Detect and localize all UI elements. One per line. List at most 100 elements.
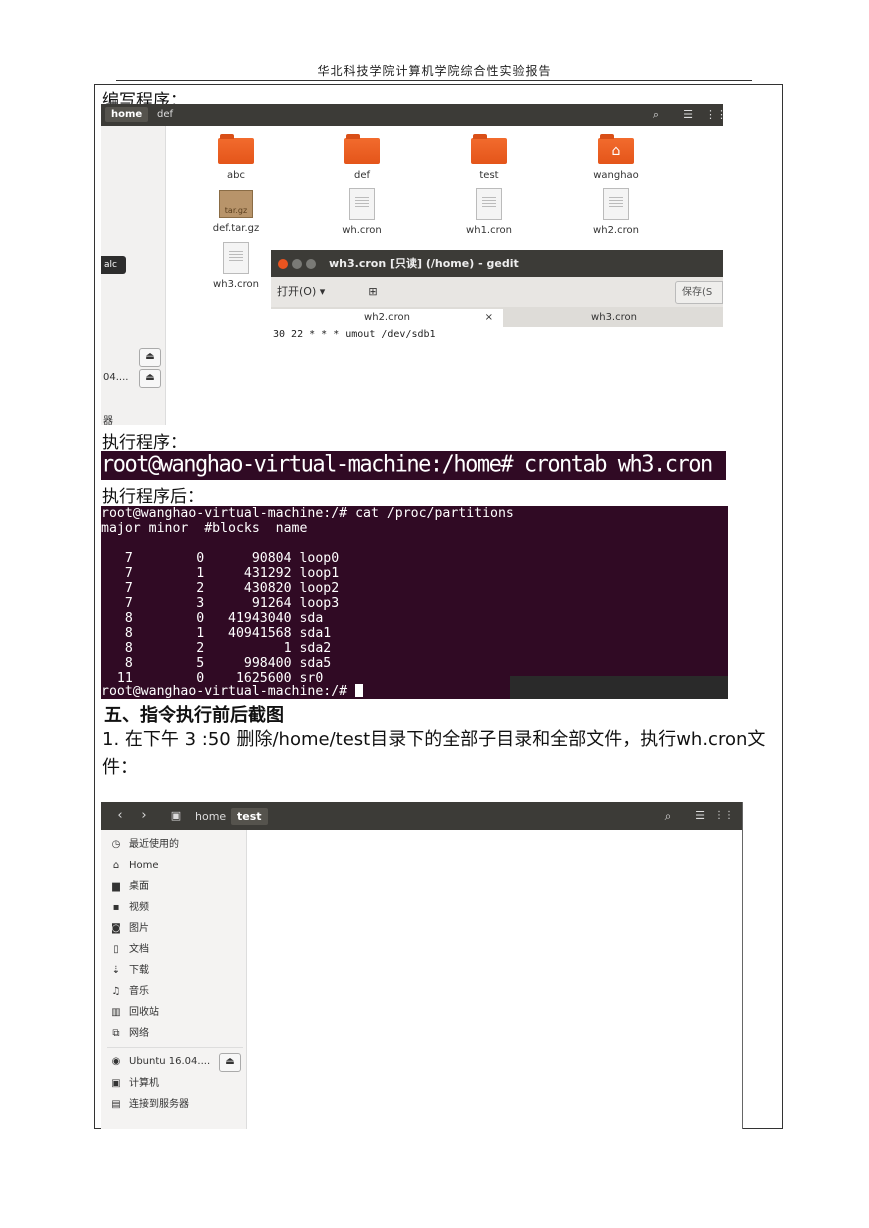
- terminal-line: 7 3 91264 loop3: [101, 596, 340, 611]
- file-item[interactable]: def: [317, 134, 407, 181]
- eject-icon[interactable]: ⏏: [139, 348, 161, 367]
- terminal-prompt-line[interactable]: root@wanghao-virtual-machine:/#: [101, 684, 364, 699]
- grid-view-icon[interactable]: ⋮⋮: [705, 106, 723, 123]
- terminal-line: root@wanghao-virtual-machine:/# cat /pro…: [101, 506, 514, 521]
- sidebar-item-music[interactable]: ♫ 音乐: [109, 984, 149, 1000]
- header-rule: [116, 80, 752, 81]
- file-item[interactable]: wh.cron: [317, 188, 407, 236]
- file-name: wanghao: [593, 170, 639, 181]
- save-button[interactable]: 保存(S: [675, 281, 723, 304]
- folder-icon: [471, 134, 507, 164]
- file-item[interactable]: tar.gz def.tar.gz: [191, 190, 281, 234]
- terminal-cursor: [355, 684, 364, 697]
- terminal-line: 8 1 40941568 sda1: [101, 626, 332, 641]
- label-after-run: 执行程序后：: [102, 487, 204, 507]
- sidebar-item-documents[interactable]: ▯ 文档: [109, 942, 149, 958]
- list-view-icon[interactable]: ☰: [679, 106, 697, 123]
- terminal-line: 8 5 998400 sda5: [101, 656, 332, 671]
- sidebar: ◷ 最近使用的 ⌂ Home ▆ 桌面 ▪ 视频 ◙ 图片 ▯ 文档 ⇣ 下载 ♫ 音乐 ▥ 回收…: [101, 830, 247, 1129]
- sidebar-item-pictures[interactable]: ◙ 图片: [109, 921, 149, 937]
- page-header: 华北科技学院计算机学院综合性实验报告: [317, 64, 552, 78]
- empty-folder-view[interactable]: [247, 830, 741, 1129]
- sidebar-item-desktop[interactable]: ▆ 桌面: [109, 879, 149, 895]
- crumb-test[interactable]: test: [231, 808, 268, 825]
- terminal-line: 8 0 41943040 sda: [101, 611, 324, 626]
- file-item[interactable]: wh3.cron: [191, 242, 281, 290]
- file-name: abc: [227, 170, 245, 181]
- close-tab-icon[interactable]: ×: [485, 309, 493, 327]
- file-manager-test-screenshot: ‹ › ▣ home test ⌕ ☰ ⋮⋮ ◷ 最近使用的 ⌂ Home ▆ 桌面 …: [101, 802, 743, 1129]
- gedit-window: wh3.cron [只读] (/home) - gedit 打开(O) ▾ ⊞ …: [271, 250, 723, 425]
- eject-icon[interactable]: ⏏: [219, 1053, 241, 1072]
- sidebar-item-label: 桌面: [129, 881, 149, 892]
- section-title: 五、指令执行前后截图: [104, 705, 284, 726]
- search-icon[interactable]: ⌕: [647, 106, 665, 123]
- file-name: def.tar.gz: [212, 223, 260, 234]
- file-item[interactable]: ⌂ wanghao: [571, 134, 661, 181]
- file-item[interactable]: wh2.cron: [571, 188, 661, 236]
- file-manager-toolbar: home def ⌕ ☰ ⋮⋮: [101, 104, 723, 126]
- crumb-home[interactable]: home: [189, 808, 232, 825]
- gedit-titlebar: wh3.cron [只读] (/home) - gedit: [271, 250, 723, 277]
- music-icon: ♫: [111, 986, 121, 997]
- search-icon[interactable]: ⌕: [657, 806, 679, 826]
- download-icon: ⇣: [111, 965, 121, 976]
- terminal-command-line: root@wanghao-virtual-machine:/home# cron…: [101, 451, 713, 478]
- minimize-icon[interactable]: [292, 259, 302, 269]
- grid-view-icon[interactable]: ⋮⋮: [713, 806, 735, 826]
- eject-icon[interactable]: ⏏: [139, 369, 161, 388]
- new-document-icon[interactable]: ⊞: [363, 283, 383, 301]
- archive-icon: tar.gz: [219, 190, 253, 218]
- gedit-toolbar: 打开(O) ▾ ⊞ 保存(S: [271, 277, 723, 307]
- disc-icon: ◉: [111, 1056, 121, 1067]
- sidebar-item-connect-server[interactable]: ▤ 连接到服务器: [109, 1097, 189, 1113]
- terminal-crontab: root@wanghao-virtual-machine:/home# cron…: [101, 451, 726, 480]
- sidebar-item-label: 计算机: [129, 1078, 159, 1089]
- sidebar-item-downloads[interactable]: ⇣ 下载: [109, 963, 149, 979]
- location-icon[interactable]: ▣: [165, 806, 187, 826]
- forward-icon[interactable]: ›: [133, 806, 155, 826]
- list-view-icon[interactable]: ☰: [689, 806, 711, 826]
- step-paragraph: 1. 在下午 3 :50 删除/home/test目录下的全部子目录和全部文件，…: [102, 729, 766, 778]
- tab-wh2-cron[interactable]: wh2.cron ×: [271, 309, 503, 327]
- file-name: def: [353, 170, 371, 181]
- camera-icon: ◙: [111, 923, 121, 934]
- clock-icon: ◷: [111, 839, 121, 850]
- terminal-prompt: root@wanghao-virtual-machine:/#: [101, 684, 356, 699]
- terminal-corner-shade: [510, 676, 728, 699]
- sidebar-item-computer[interactable]: ▣ 计算机: [109, 1076, 159, 1092]
- open-button[interactable]: 打开(O) ▾: [277, 282, 347, 302]
- terminal-partitions: root@wanghao-virtual-machine:/# cat /pro…: [101, 506, 728, 699]
- text-file-icon: [349, 188, 375, 220]
- crumb-home[interactable]: home: [105, 107, 149, 122]
- editor-content[interactable]: 30 22 * * * umout /dev/sdb1: [273, 329, 436, 340]
- sidebar-item-recent[interactable]: ◷ 最近使用的: [109, 837, 179, 853]
- sidebar-item-home[interactable]: ⌂ Home: [109, 858, 159, 874]
- server-icon: ▤: [111, 1099, 121, 1110]
- folder-icon: [344, 134, 380, 164]
- sidebar-item-label: Home: [129, 860, 159, 871]
- file-name: wh1.cron: [466, 225, 512, 236]
- text-file-icon: [223, 242, 249, 274]
- close-icon[interactable]: [278, 259, 288, 269]
- sidebar-item-ubuntu-disk[interactable]: ◉ Ubuntu 16.04....: [109, 1054, 211, 1070]
- tab-label: wh3.cron: [591, 312, 637, 323]
- sidebar-item-videos[interactable]: ▪ 视频: [109, 900, 149, 916]
- back-icon[interactable]: ‹: [109, 806, 131, 826]
- crumb-def[interactable]: def: [151, 107, 179, 122]
- tab-label: wh2.cron: [364, 312, 410, 323]
- sidebar-item-label: 网络: [129, 1028, 149, 1039]
- sidebar-item-trash[interactable]: ▥ 回收站: [109, 1005, 159, 1021]
- sidebar-item-label: 最近使用的: [129, 839, 179, 850]
- home-icon: ⌂: [112, 860, 120, 871]
- maximize-icon[interactable]: [306, 259, 316, 269]
- file-item[interactable]: wh1.cron: [444, 188, 534, 236]
- tab-wh3-cron[interactable]: wh3.cron: [505, 309, 723, 327]
- terminal-line: 7 2 430820 loop2: [101, 581, 340, 596]
- sidebar-item-network[interactable]: ⧉ 网络: [109, 1026, 149, 1042]
- file-item[interactable]: test: [444, 134, 534, 181]
- sidebar-device-label: 04....: [103, 372, 129, 383]
- desktop-folder-icon: ▆: [112, 881, 120, 892]
- terminal-line: 8 2 1 sda2: [101, 641, 332, 656]
- file-item[interactable]: abc: [191, 134, 281, 181]
